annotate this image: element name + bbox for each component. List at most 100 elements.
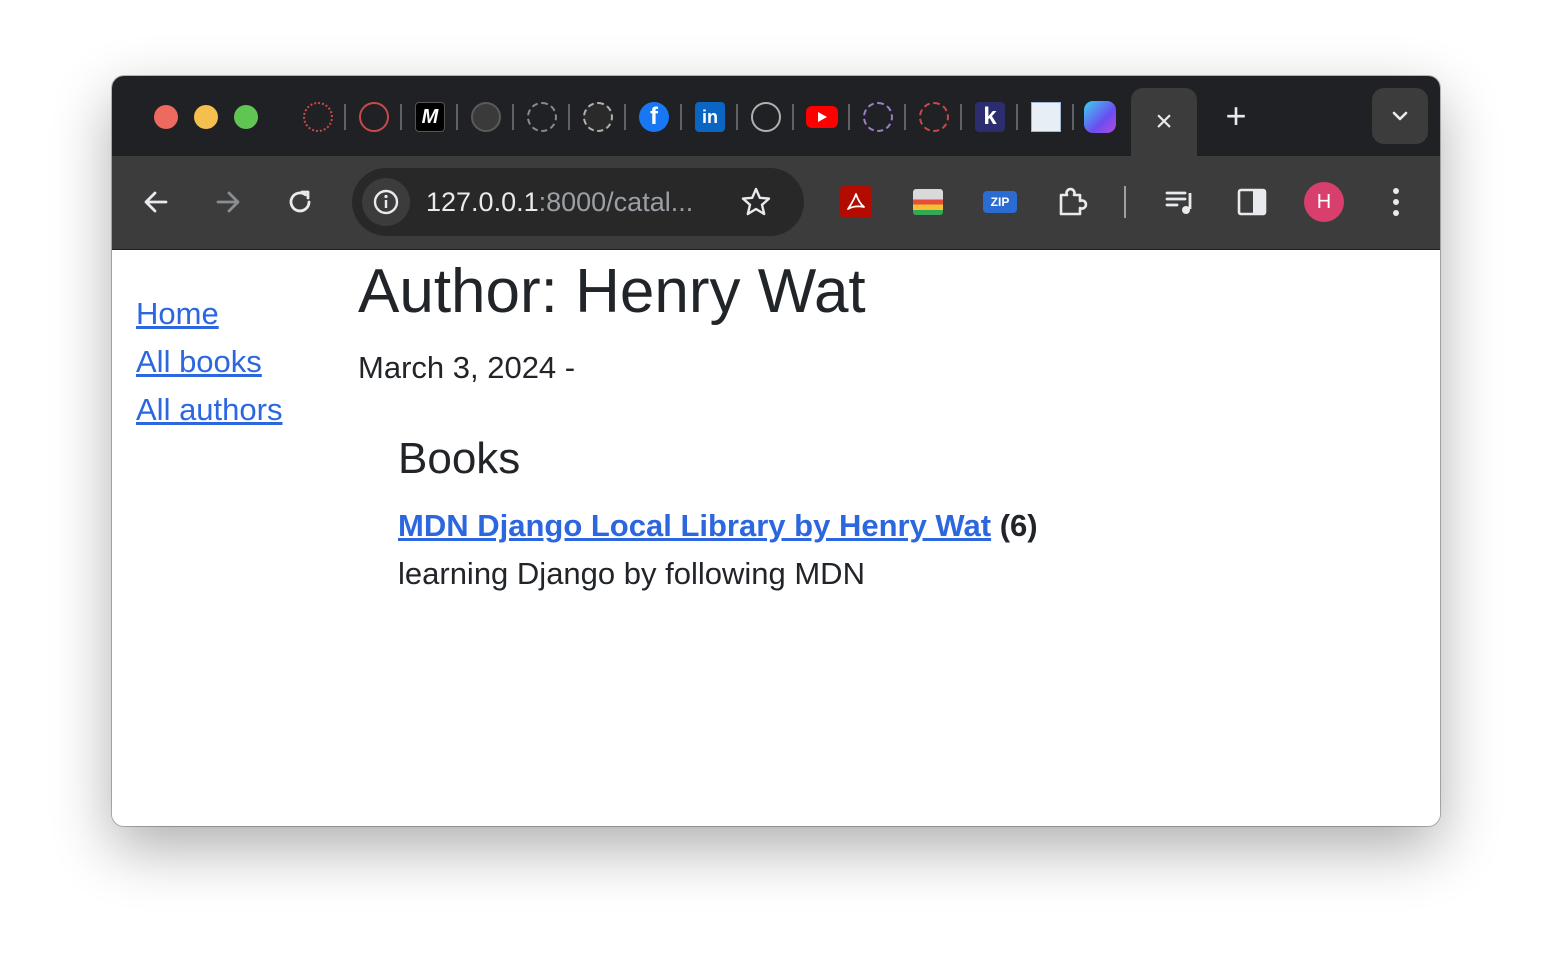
facebook-icon: f	[639, 102, 669, 132]
all-authors-link[interactable]: All authors	[136, 392, 282, 427]
pinned-tab-loading[interactable]	[525, 100, 559, 134]
tab-separator	[512, 104, 514, 130]
address-bar[interactable]: 127.0.0.1:8000/catal...	[352, 168, 804, 236]
app-gradient-icon	[1084, 101, 1116, 133]
author-dates: March 3, 2024 -	[358, 350, 576, 385]
tab-separator	[680, 104, 682, 130]
screenshot-icon	[913, 189, 943, 215]
runner-ring-icon	[919, 102, 949, 132]
playlist-icon	[1165, 191, 1192, 214]
home-link[interactable]: Home	[136, 296, 219, 331]
arrow-right-icon	[216, 191, 240, 213]
minimize-window-button[interactable]	[194, 105, 218, 129]
reload-icon	[289, 190, 311, 213]
browser-toolbar: 127.0.0.1:8000/catal... ZIP H	[112, 156, 1440, 250]
pinned-tab-github[interactable]	[469, 100, 503, 134]
info-icon	[373, 189, 399, 215]
tab-separator	[1072, 104, 1074, 130]
acrobat-icon	[840, 186, 872, 218]
book-count: (6)	[999, 508, 1038, 543]
pinned-tab-app[interactable]	[1083, 100, 1117, 134]
tab-separator	[400, 104, 402, 130]
k-icon: k	[975, 102, 1005, 132]
star-icon	[741, 187, 771, 216]
url-host: 127.0.0.1	[426, 187, 539, 217]
tab-separator	[904, 104, 906, 130]
info-ring-icon	[751, 102, 781, 132]
extension-acrobat[interactable]	[836, 182, 876, 222]
pinned-tab-netflix[interactable]	[581, 100, 615, 134]
tab-strip: M f in k × +	[112, 76, 1440, 156]
sidebar-item-all-authors: All authors	[136, 392, 282, 440]
page-content: Home All books All authors Author: Henry…	[112, 250, 1440, 826]
forward-button[interactable]	[206, 178, 250, 226]
plus-icon: +	[1225, 95, 1247, 136]
side-panel-icon	[1237, 188, 1267, 216]
pinned-tab-target[interactable]	[301, 100, 335, 134]
tab-separator	[1016, 104, 1018, 130]
zoom-window-button[interactable]	[234, 105, 258, 129]
linkedin-icon: in	[695, 102, 725, 132]
pinned-tab-linkedin[interactable]: in	[693, 100, 727, 134]
arrow-left-icon	[144, 191, 168, 213]
pinned-tab-info[interactable]	[749, 100, 783, 134]
toolbar-separator	[1124, 186, 1126, 218]
pinned-tab-k[interactable]: k	[973, 100, 1007, 134]
reload-button[interactable]	[278, 178, 322, 226]
tab-separator	[624, 104, 626, 130]
browser-menu-button[interactable]	[1376, 182, 1416, 222]
books-heading: Books	[398, 434, 521, 483]
url-path: :8000/catal...	[538, 187, 694, 217]
sidebar-item-home: Home	[136, 296, 282, 344]
active-tab[interactable]: ×	[1131, 88, 1197, 156]
tab-separator	[792, 104, 794, 130]
media-controls-button[interactable]	[1160, 182, 1200, 222]
tab-separator	[456, 104, 458, 130]
sidebar-nav: Home All books All authors	[136, 296, 282, 440]
tab-separator	[344, 104, 346, 130]
tab-separator	[848, 104, 850, 130]
browser-window: M f in k × + 127.0.0.1:8000/catal... ZIP…	[112, 76, 1440, 826]
close-tab-icon[interactable]: ×	[1155, 105, 1173, 139]
chevron-down-icon	[1392, 111, 1408, 121]
all-books-link[interactable]: All books	[136, 344, 262, 379]
more-vertical-icon	[1393, 188, 1399, 216]
side-panel-button[interactable]	[1232, 182, 1272, 222]
site-info-button[interactable]	[362, 178, 410, 226]
tab-search-button[interactable]	[1372, 88, 1428, 144]
chart-ring-icon	[863, 102, 893, 132]
pinned-tab-document[interactable]	[1029, 100, 1063, 134]
tab-separator	[736, 104, 738, 130]
close-window-button[interactable]	[154, 105, 178, 129]
pinned-tab-runner[interactable]	[917, 100, 951, 134]
book-summary: learning Django by following MDN	[398, 556, 865, 591]
sidebar-item-all-books: All books	[136, 344, 282, 392]
profile-avatar[interactable]: H	[1304, 182, 1344, 222]
tab-separator	[960, 104, 962, 130]
medium-icon: M	[415, 102, 445, 132]
robot-icon	[359, 102, 389, 132]
pinned-tab-chart[interactable]	[861, 100, 895, 134]
pinned-tab-facebook[interactable]: f	[637, 100, 671, 134]
url-text[interactable]: 127.0.0.1:8000/catal...	[426, 187, 693, 218]
extension-screenshot[interactable]	[908, 182, 948, 222]
bookmark-button[interactable]	[736, 182, 776, 222]
document-thumb-icon	[1031, 102, 1061, 132]
pinned-tab-youtube[interactable]	[805, 100, 839, 134]
youtube-icon	[806, 106, 838, 128]
page-title: Author: Henry Wat	[358, 257, 866, 326]
pinned-tab-medium[interactable]: M	[413, 100, 447, 134]
puzzle-icon	[1059, 187, 1088, 216]
back-button[interactable]	[134, 178, 178, 226]
tab-separator	[568, 104, 570, 130]
extensions-menu-button[interactable]	[1052, 182, 1092, 222]
new-tab-button[interactable]: +	[1216, 95, 1256, 136]
target-icon	[303, 102, 333, 132]
books-section: Books MDN Django Local Library by Henry …	[398, 434, 1038, 592]
book-entry: MDN Django Local Library by Henry Wat (6…	[398, 508, 1038, 544]
book-title-link[interactable]: MDN Django Local Library by Henry Wat	[398, 508, 991, 543]
zip-icon: ZIP	[983, 191, 1017, 213]
extension-zip[interactable]: ZIP	[980, 182, 1020, 222]
netflix-ring-icon	[583, 102, 613, 132]
pinned-tab-robot[interactable]	[357, 100, 391, 134]
